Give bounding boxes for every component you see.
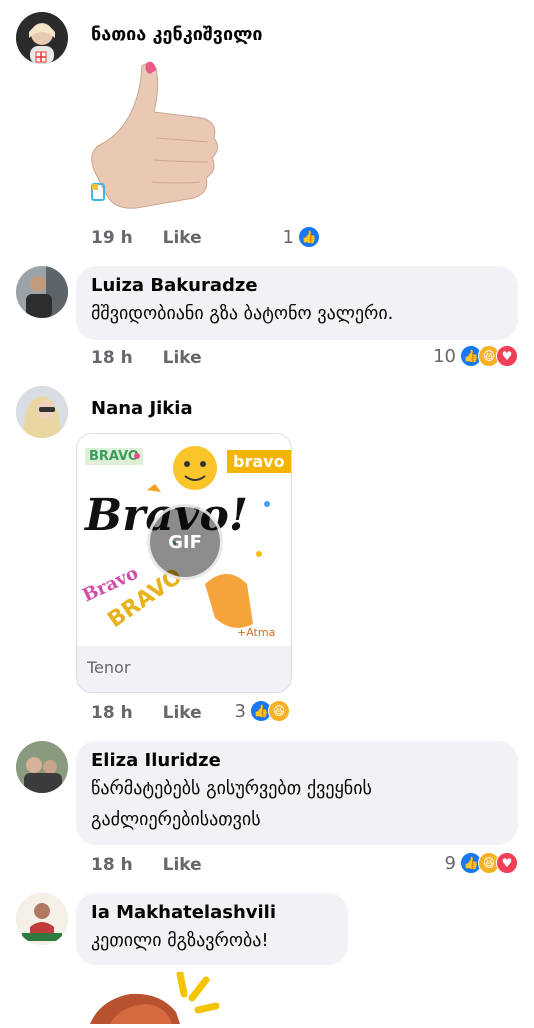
like-button[interactable]: Like xyxy=(163,703,202,723)
comment-author[interactable]: ნათია კენკიშვილი xyxy=(91,24,263,45)
comment-meta: 18 h Like xyxy=(91,855,202,875)
gif-play-button[interactable]: GIF xyxy=(147,504,223,580)
avatar-image xyxy=(16,386,68,438)
clapping-sticker xyxy=(80,970,240,1024)
reaction-summary[interactable]: 3 👍 😆 xyxy=(235,700,290,722)
comment-bubble: Luiza Bakuradze მშვიდობიანი გზა ბატონო ვ… xyxy=(76,266,518,340)
comment-author[interactable]: Eliza Iluridze xyxy=(91,750,503,771)
comment-meta: 18 h Like xyxy=(91,348,202,368)
thumbs-up-icon xyxy=(91,61,218,209)
like-button[interactable]: Like xyxy=(163,348,202,368)
comment-bubble: Eliza Iluridze წარმატებებს გისურვებთ ქვე… xyxy=(76,741,518,845)
like-button[interactable]: Like xyxy=(163,228,202,248)
reaction-summary[interactable]: 10 👍 😆 ♥ xyxy=(433,345,518,367)
comment-author[interactable]: Ia Makhatelashvili xyxy=(91,902,333,923)
avatar-image xyxy=(16,266,68,318)
comment-text-line: გაძლიერებისათვის xyxy=(91,809,261,830)
reaction-summary[interactable]: 1 👍 xyxy=(283,226,320,248)
comment-text: მშვიდობიანი გზა ბატონო ვალერი. xyxy=(91,303,394,324)
avatar[interactable] xyxy=(16,12,68,64)
thumbs-up-sticker xyxy=(84,58,224,218)
comment-time[interactable]: 18 h xyxy=(91,348,133,368)
comment-time[interactable]: 18 h xyxy=(91,855,133,875)
comment-author[interactable]: Luiza Bakuradze xyxy=(91,275,503,296)
avatar-image xyxy=(16,12,68,64)
avatar-image xyxy=(16,741,68,793)
haha-reaction-icon: 😆 xyxy=(268,700,290,722)
love-reaction-icon: ♥ xyxy=(496,852,518,874)
comment-meta: 18 h Like xyxy=(91,703,202,723)
reaction-count: 1 xyxy=(282,226,294,248)
avatar-image xyxy=(16,893,68,945)
comment-text: წარმატებებს გისურვებთ ქვეყნის გაძლიერები… xyxy=(91,773,503,835)
comment-text: კეთილი მგზავრობა! xyxy=(91,930,269,951)
avatar[interactable] xyxy=(16,741,68,793)
reaction-count: 9 xyxy=(444,852,456,874)
comment-meta: 19 h Like xyxy=(91,228,202,248)
clapping-hands-icon xyxy=(90,970,220,1024)
comment-bubble: Ia Makhatelashvili კეთილი მგზავრობა! xyxy=(76,893,348,965)
comment-time[interactable]: 18 h xyxy=(91,703,133,723)
gif-source: Tenor xyxy=(77,646,291,692)
comment-time[interactable]: 19 h xyxy=(91,228,133,248)
like-button[interactable]: Like xyxy=(163,855,202,875)
comment-text-line: წარმატებებს გისურვებთ ქვეყნის xyxy=(91,778,372,799)
avatar[interactable] xyxy=(16,893,68,945)
reaction-count: 3 xyxy=(234,700,246,722)
gif-preview[interactable]: Bravo! BRAVO bravo Bravo BRAVO +Atma GIF xyxy=(77,434,291,646)
like-reaction-icon: 👍 xyxy=(298,226,320,248)
love-reaction-icon: ♥ xyxy=(496,345,518,367)
reaction-summary[interactable]: 9 👍 😆 ♥ xyxy=(445,852,518,874)
avatar[interactable] xyxy=(16,386,68,438)
avatar[interactable] xyxy=(16,266,68,318)
gif-attachment[interactable]: Bravo! BRAVO bravo Bravo BRAVO +Atma GIF… xyxy=(76,433,292,693)
reaction-count: 10 xyxy=(433,345,456,367)
comment-author[interactable]: Nana Jikia xyxy=(91,398,193,419)
